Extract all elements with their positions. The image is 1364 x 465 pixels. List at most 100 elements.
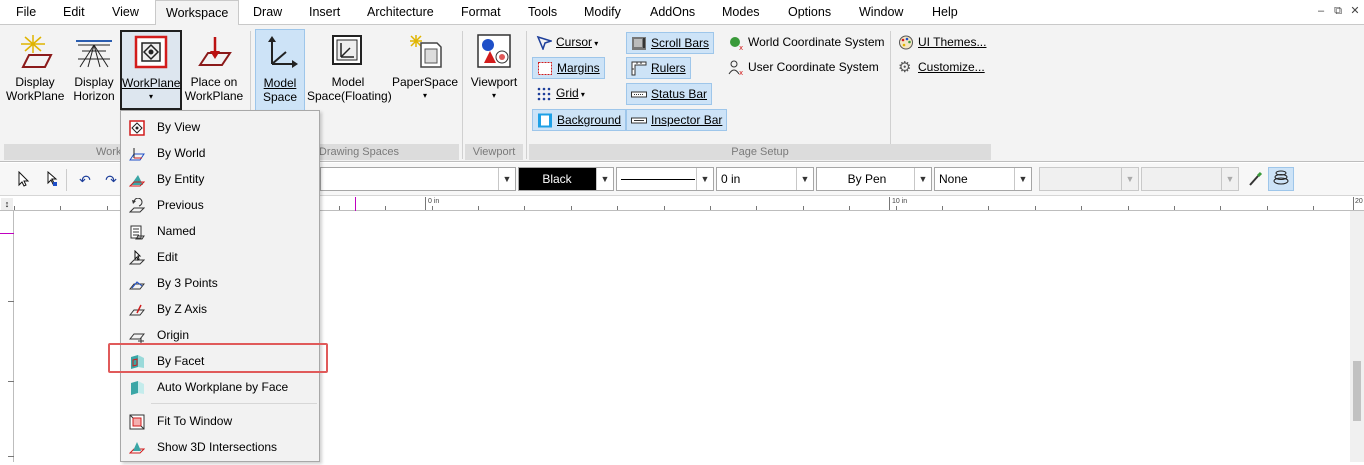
color-select[interactable]: Black ▼ (518, 167, 614, 191)
close-icon[interactable]: ✕ (1348, 4, 1362, 18)
cursor-button[interactable]: Cursor ▾ (532, 32, 602, 54)
paperspace-button[interactable]: PaperSpace ▾ (392, 29, 458, 113)
grid-icon (536, 86, 552, 101)
place-on-workplane-label-2: WorkPlane (184, 89, 244, 103)
origin-icon (128, 327, 146, 344)
restore-icon[interactable]: ⧉ (1331, 4, 1345, 18)
ruler-tick (1267, 206, 1268, 210)
menu-item-fit-to-window[interactable]: Fit To Window (122, 408, 319, 434)
ruler-tick (432, 206, 433, 210)
margins-icon (537, 61, 553, 76)
customize-button[interactable]: ⚙ Customize... (894, 57, 989, 79)
rulers-label: Rulers (651, 61, 686, 75)
menu-modes[interactable]: Modes (720, 0, 762, 24)
size-select[interactable]: ▼ (1141, 167, 1239, 191)
minimize-icon[interactable]: – (1314, 4, 1328, 18)
cursor-icon (536, 35, 554, 52)
ruler-tick (8, 381, 14, 382)
menu-tools[interactable]: Tools (526, 0, 559, 24)
menu-item-by-world[interactable]: By World (122, 140, 319, 166)
menu-edit[interactable]: Edit (61, 0, 87, 24)
margins-button[interactable]: Margins (532, 57, 605, 79)
display-horizon-button[interactable]: Display Horizon (68, 29, 120, 141)
grid-button[interactable]: Grid ▾ (532, 83, 589, 105)
status-bar-button[interactable]: Status Bar (626, 83, 713, 105)
menu-item-show-3d-intersections[interactable]: Show 3D Intersections (122, 434, 319, 460)
inspector-bar-button[interactable]: Inspector Bar (626, 109, 728, 131)
user-coordinate-system-button[interactable]: x User Coordinate System (724, 57, 883, 79)
redo-icon[interactable]: ↷ (102, 171, 120, 189)
menu-item-by-view[interactable]: By View (122, 114, 319, 140)
ruler-tick (385, 206, 386, 210)
menu-item-edit[interactable]: Edit (122, 244, 319, 270)
menu-item-named[interactable]: Named (122, 218, 319, 244)
menu-help[interactable]: Help (930, 0, 960, 24)
menu-item-label: Fit To Window (157, 414, 233, 428)
pattern-value: None (939, 172, 968, 186)
menu-workspace[interactable]: Workspace (155, 0, 240, 25)
status-bar-icon (631, 87, 647, 102)
scrollbar-thumb[interactable] (1353, 361, 1361, 421)
ruler-tick (339, 206, 340, 210)
horizon-icon (76, 33, 112, 69)
menu-format[interactable]: Format (459, 0, 503, 24)
workplane-button[interactable]: WorkPlane ▾ (120, 30, 182, 110)
world-coordinate-system-button[interactable]: x World Coordinate System (724, 32, 889, 54)
pen-select[interactable]: By Pen ▼ (816, 167, 932, 191)
group-label-page-setup: Page Setup (529, 144, 991, 160)
menu-insert[interactable]: Insert (307, 0, 342, 24)
cursor-position-marker (0, 233, 14, 234)
svg-text:x: x (739, 44, 743, 50)
menu-view[interactable]: View (110, 0, 141, 24)
menu-options[interactable]: Options (786, 0, 833, 24)
display-horizon-label-1: Display (74, 75, 114, 89)
menu-file[interactable]: File (14, 0, 38, 24)
workplane-icon (133, 34, 169, 70)
menu-item-label: Show 3D Intersections (157, 440, 278, 454)
chevron-down-icon: ▼ (914, 168, 931, 190)
menu-item-by-z-axis[interactable]: By Z Axis (122, 296, 319, 322)
viewport-label: Viewport (470, 75, 518, 89)
select-arrow-icon[interactable] (14, 170, 32, 189)
ucs-label: User Coordinate System (748, 60, 879, 74)
vertical-scrollbar[interactable] (1350, 211, 1364, 462)
vertical-ruler (0, 211, 14, 462)
edit-points-icon[interactable] (42, 170, 60, 189)
layer-select[interactable]: ▼ (320, 167, 516, 191)
menu-item-by-entity[interactable]: By Entity (122, 166, 319, 192)
pattern-select[interactable]: None ▼ (934, 167, 1032, 191)
menu-draw[interactable]: Draw (251, 0, 284, 24)
menu-item-auto-workplane-by-face[interactable]: Auto Workplane by Face (122, 374, 319, 400)
scroll-bars-button[interactable]: Scroll Bars (626, 32, 715, 54)
cursor-position-marker (355, 197, 356, 211)
menu-addons[interactable]: AddOns (648, 0, 697, 24)
menu-item-previous[interactable]: Previous (122, 192, 319, 218)
by-world-icon (129, 145, 145, 161)
font-select[interactable]: ▼ (1039, 167, 1139, 191)
ruler-origin-icon[interactable]: ↕ (1, 198, 13, 210)
menu-item-by-3-points[interactable]: By 3 Points (122, 270, 319, 296)
display-workplane-button[interactable]: Display WorkPlane (6, 29, 64, 141)
intersections-icon (128, 439, 146, 455)
undo-icon[interactable]: ↶ (76, 171, 94, 189)
chevron-down-icon: ▼ (796, 168, 813, 190)
eyedropper-icon[interactable] (1246, 171, 1264, 189)
ruler-tick (896, 206, 897, 210)
rulers-button[interactable]: Rulers (626, 57, 691, 79)
edit-icon (128, 249, 146, 265)
menu-item-label: By Entity (157, 172, 205, 186)
menu-modify[interactable]: Modify (582, 0, 623, 24)
chevron-down-icon: ▾ (422, 91, 427, 100)
model-space-button[interactable]: Model Space (255, 29, 305, 113)
attributes-icon[interactable] (1268, 167, 1294, 191)
model-space-floating-button[interactable]: Model Space(Floating) (307, 29, 392, 113)
thickness-select[interactable]: 0 in ▼ (716, 167, 814, 191)
viewport-button[interactable]: Viewport ▾ (466, 29, 522, 113)
ruler-tick (1035, 206, 1036, 210)
line-style-select[interactable]: ▼ (616, 167, 714, 191)
menu-architecture[interactable]: Architecture (365, 0, 436, 24)
ruler-major-tick (425, 197, 426, 210)
menu-window[interactable]: Window (857, 0, 905, 24)
ui-themes-button[interactable]: UI Themes... (894, 32, 990, 54)
background-button[interactable]: Background (532, 109, 627, 131)
